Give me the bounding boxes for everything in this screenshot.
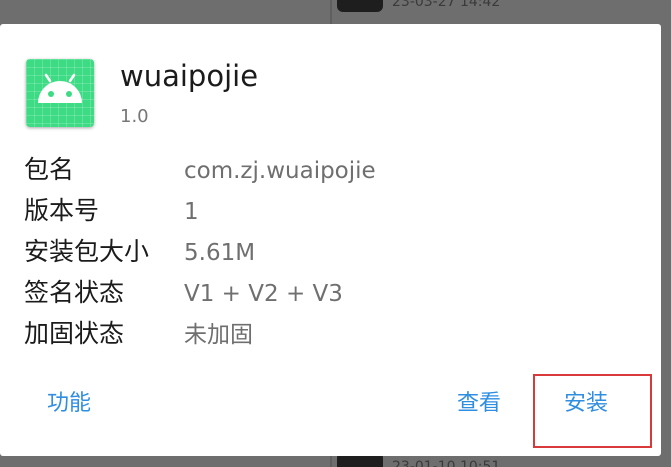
package-name-value: com.zj.wuaipojie: [184, 158, 376, 184]
function-button[interactable]: 功能: [47, 390, 91, 418]
app-name: wuaipojie: [120, 59, 259, 93]
background-timestamp: 23-01-10 10:51: [392, 459, 501, 467]
background-thumbnail: [337, 0, 383, 12]
version-code-label: 版本号: [24, 196, 100, 225]
package-name-label: 包名: [24, 155, 75, 184]
package-size-label: 安装包大小: [24, 237, 150, 266]
app-version: 1.0: [120, 106, 149, 127]
signature-status-value: V1 + V2 + V3: [184, 281, 343, 307]
android-robot-icon: [26, 59, 94, 127]
install-highlight-box: [533, 374, 652, 448]
version-code-value: 1: [184, 199, 199, 225]
background-timestamp: 23-03-27 14:42: [392, 0, 501, 10]
view-button[interactable]: 查看: [457, 390, 501, 418]
android-robot-icon-svg: [38, 73, 82, 103]
signature-status-label: 签名状态: [24, 278, 125, 307]
hardening-status-value: 未加固: [184, 322, 253, 348]
hardening-status-label: 加固状态: [24, 319, 125, 348]
package-size-value: 5.61M: [184, 240, 256, 266]
